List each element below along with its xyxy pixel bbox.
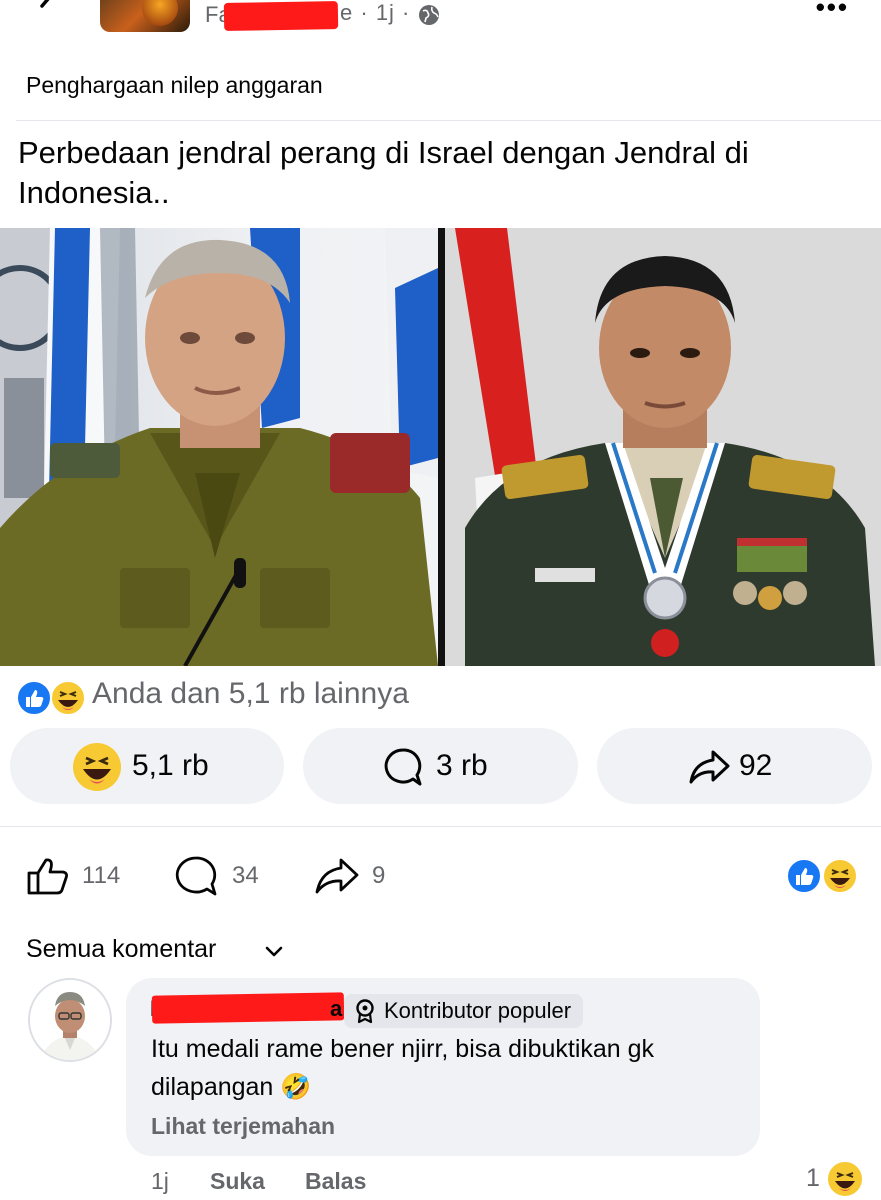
thumbs-up-icon (27, 858, 68, 895)
comment-button[interactable]: 3 rb (303, 728, 578, 804)
poster-avatar[interactable] (100, 0, 190, 32)
group-caption: Penghargaan nilep anggaran (26, 72, 323, 98)
share-icon (689, 750, 730, 784)
share-count: 92 (739, 749, 773, 782)
commenter-avatar[interactable] (28, 978, 112, 1062)
see-translation-link[interactable]: Lihat terjemahan (151, 1113, 335, 1140)
like-count: 114 (82, 862, 121, 889)
comment-icon (175, 856, 217, 896)
comment-icon (384, 748, 422, 786)
react-count: 5,1 rb (132, 749, 209, 782)
post-text: Perbedaan jendral perang di Israel denga… (18, 135, 749, 210)
israeli-general-photo (0, 228, 438, 666)
post-photo-left[interactable] (0, 228, 438, 666)
redaction-mark (223, 1, 339, 31)
comment-count: 3 rb (436, 749, 488, 782)
badge-label: Kontributor populer (384, 998, 572, 1023)
comment-reaction-count[interactable]: 1 (806, 1164, 820, 1193)
divider (16, 120, 881, 121)
comment-text: Itu medali rame bener njirr, bisa dibukt… (151, 1035, 655, 1101)
share-icon (315, 858, 359, 894)
back-arrow-icon[interactable] (30, 0, 66, 26)
commenter-photo (30, 980, 110, 1060)
haha-reaction-icon (50, 680, 86, 716)
globe-icon (419, 5, 439, 25)
react-button[interactable]: 5,1 rb (10, 728, 284, 804)
redaction-mark (151, 992, 345, 1024)
comment-sort-button[interactable]: Semua komentar (26, 935, 216, 964)
haha-reaction-icon (73, 743, 121, 791)
share-button[interactable]: 92 (597, 728, 872, 804)
comment-count: 34 (232, 862, 259, 889)
photo-separator (438, 228, 445, 666)
chevron-down-icon[interactable] (263, 940, 285, 962)
comment-like-button[interactable]: Suka (210, 1168, 265, 1195)
haha-reaction-icon (822, 858, 858, 894)
post-time: e · 1j · (340, 0, 411, 25)
secondary-reaction-icons[interactable] (786, 856, 860, 896)
like-reaction-icon (16, 680, 52, 716)
contributor-badge: Kontributor populer (344, 994, 584, 1028)
reactions-summary[interactable]: Anda dan 5,1 rb lainnya (92, 677, 409, 711)
comment-reply-button[interactable]: Balas (305, 1168, 366, 1195)
post-photo-right[interactable] (445, 228, 881, 666)
comment-time: 1j (151, 1168, 169, 1194)
indonesian-general-photo (445, 228, 881, 666)
haha-reaction-icon (826, 1160, 864, 1198)
more-options-button[interactable]: ••• (816, 0, 849, 23)
award-icon (356, 999, 374, 1024)
share-count: 9 (372, 862, 386, 889)
post-header: Fa e · 1j · ••• (0, 0, 881, 40)
commenter-name-end: a (330, 996, 343, 1021)
like-reaction-icon (786, 858, 822, 894)
divider (0, 826, 881, 827)
